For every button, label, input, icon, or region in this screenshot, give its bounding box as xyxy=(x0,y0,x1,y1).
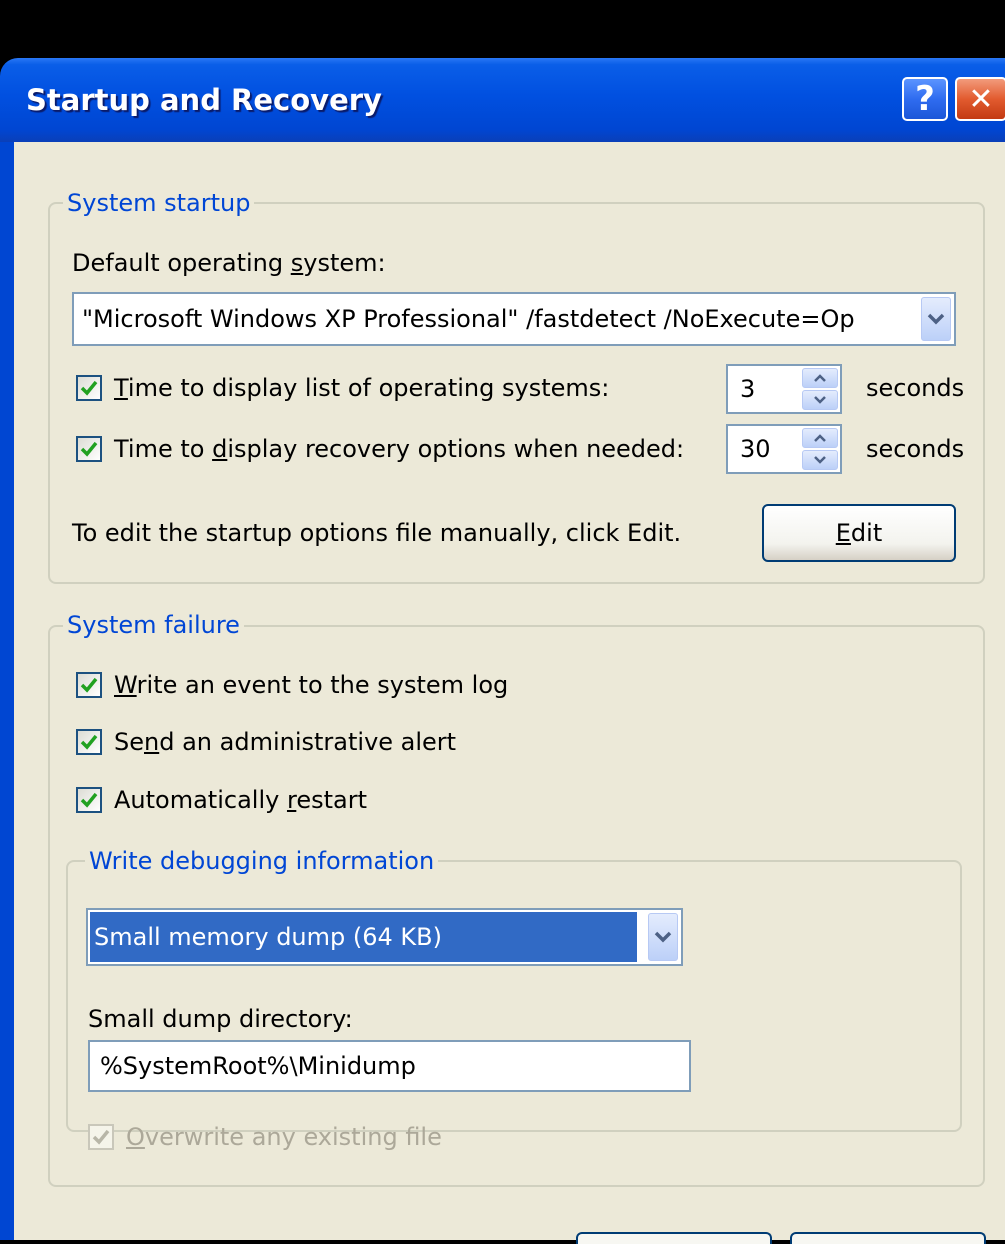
auto-restart-label: Automatically restart xyxy=(114,786,367,814)
close-icon: ✕ xyxy=(968,81,994,117)
overwrite-checkbox[interactable] xyxy=(88,1124,114,1150)
display-list-spinner[interactable]: 3 xyxy=(726,364,842,414)
display-list-unit: seconds xyxy=(866,374,965,402)
dump-directory-input[interactable]: %SystemRoot%\Minidump xyxy=(88,1040,691,1092)
spin-up-button[interactable] xyxy=(802,428,838,448)
send-alert-label: Send an administrative alert xyxy=(114,728,457,756)
cancel-button[interactable] xyxy=(790,1232,986,1244)
window-frame xyxy=(0,140,14,1240)
spin-down-icon xyxy=(814,396,826,404)
auto-restart-checkbox[interactable] xyxy=(76,787,102,813)
spin-down-button[interactable] xyxy=(802,390,838,410)
checkmark-icon xyxy=(80,441,98,457)
spin-up-icon xyxy=(814,434,826,442)
default-os-label: Default operating system: xyxy=(72,249,386,277)
spin-down-icon xyxy=(814,456,826,464)
send-alert-checkbox[interactable] xyxy=(76,729,102,755)
debugging-info-legend: Write debugging information xyxy=(85,846,439,876)
display-recovery-unit: seconds xyxy=(866,435,965,463)
default-os-dropdown-button[interactable] xyxy=(921,297,951,341)
display-recovery-label: Time to display recovery options when ne… xyxy=(114,435,685,463)
display-recovery-value[interactable]: 30 xyxy=(740,435,771,463)
checkmark-icon xyxy=(80,734,98,750)
chevron-down-icon xyxy=(927,313,945,325)
default-os-select[interactable]: "Microsoft Windows XP Professional" /fas… xyxy=(72,292,956,346)
dump-type-select[interactable]: Small memory dump (64 KB) xyxy=(86,908,683,966)
spin-up-icon xyxy=(814,374,826,382)
window-title: Startup and Recovery xyxy=(26,83,382,117)
dump-type-value: Small memory dump (64 KB) xyxy=(94,923,442,951)
display-list-checkbox[interactable] xyxy=(76,375,102,401)
checkmark-icon xyxy=(80,792,98,808)
chevron-down-icon xyxy=(654,931,672,943)
checkmark-icon xyxy=(92,1129,110,1145)
edit-hint-text: To edit the startup options file manuall… xyxy=(72,519,682,547)
dump-type-dropdown-button[interactable] xyxy=(648,913,678,961)
spin-buttons xyxy=(802,368,838,410)
checkmark-icon xyxy=(80,677,98,693)
spin-up-button[interactable] xyxy=(802,368,838,388)
system-failure-legend: System failure xyxy=(63,610,244,640)
display-recovery-checkbox[interactable] xyxy=(76,436,102,462)
spin-down-button[interactable] xyxy=(802,450,838,470)
default-os-value: "Microsoft Windows XP Professional" /fas… xyxy=(82,305,855,333)
display-recovery-spinner[interactable]: 30 xyxy=(726,424,842,474)
write-event-label: Write an event to the system log xyxy=(114,671,509,699)
help-icon: ? xyxy=(915,79,935,119)
help-button[interactable]: ? xyxy=(902,77,948,121)
dump-directory-label: Small dump directory: xyxy=(88,1005,353,1033)
spin-buttons xyxy=(802,428,838,470)
system-startup-legend: System startup xyxy=(63,188,255,218)
write-event-checkbox[interactable] xyxy=(76,672,102,698)
overwrite-label: Overwrite any existing file xyxy=(126,1123,442,1151)
display-list-value[interactable]: 3 xyxy=(740,375,755,403)
display-list-label: Time to display list of operating system… xyxy=(114,374,610,402)
checkmark-icon xyxy=(80,380,98,396)
close-button[interactable]: ✕ xyxy=(955,77,1005,121)
dump-directory-value: %SystemRoot%\Minidump xyxy=(100,1052,416,1080)
edit-button[interactable]: Edit xyxy=(762,504,956,562)
ok-button[interactable] xyxy=(576,1232,772,1244)
